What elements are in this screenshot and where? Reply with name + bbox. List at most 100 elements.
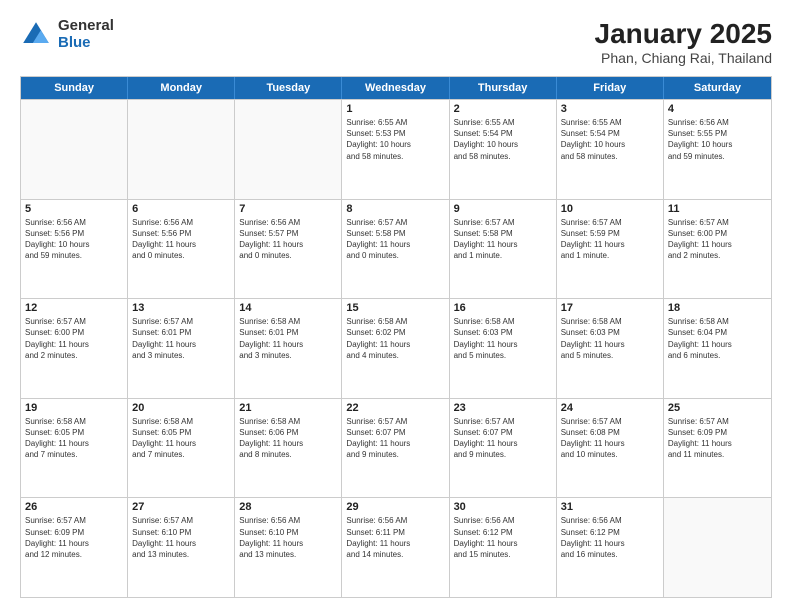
cell-info-line: Sunset: 6:01 PM — [239, 327, 337, 338]
cell-info-line: Sunset: 6:05 PM — [132, 427, 230, 438]
cell-info-line: and 0 minutes. — [239, 250, 337, 261]
cell-info-line: Sunset: 6:09 PM — [25, 527, 123, 538]
day-number: 25 — [668, 402, 767, 414]
cell-info-line: and 8 minutes. — [239, 449, 337, 460]
cell-info-line: Sunset: 6:06 PM — [239, 427, 337, 438]
cell-info-line: Daylight: 11 hours — [454, 438, 552, 449]
logo-text: General Blue — [58, 18, 114, 51]
cell-info-line: Sunrise: 6:56 AM — [239, 217, 337, 228]
cell-info-line: Sunset: 6:10 PM — [132, 527, 230, 538]
day-number: 18 — [668, 302, 767, 314]
calendar-cell-3-2: 21Sunrise: 6:58 AMSunset: 6:06 PMDayligh… — [235, 399, 342, 498]
day-number: 9 — [454, 203, 552, 215]
day-number: 26 — [25, 501, 123, 513]
logo: General Blue — [20, 18, 114, 51]
day-number: 12 — [25, 302, 123, 314]
cell-info-line: and 58 minutes. — [561, 151, 659, 162]
cell-info-line: Sunrise: 6:57 AM — [346, 416, 444, 427]
cell-info-line: Daylight: 11 hours — [668, 339, 767, 350]
day-number: 5 — [25, 203, 123, 215]
day-number: 6 — [132, 203, 230, 215]
cell-info-line: Sunset: 6:01 PM — [132, 327, 230, 338]
cell-info-line: Sunrise: 6:57 AM — [668, 416, 767, 427]
calendar-cell-1-2: 7Sunrise: 6:56 AMSunset: 5:57 PMDaylight… — [235, 200, 342, 299]
cell-info-line: Daylight: 11 hours — [25, 339, 123, 350]
calendar-cell-3-3: 22Sunrise: 6:57 AMSunset: 6:07 PMDayligh… — [342, 399, 449, 498]
cell-info-line: Sunrise: 6:56 AM — [239, 515, 337, 526]
cell-info-line: Daylight: 11 hours — [132, 538, 230, 549]
header: General Blue January 2025 Phan, Chiang R… — [20, 18, 772, 66]
page: General Blue January 2025 Phan, Chiang R… — [0, 0, 792, 612]
cell-info-line: and 59 minutes. — [25, 250, 123, 261]
cell-info-line: and 1 minute. — [454, 250, 552, 261]
cell-info-line: Sunrise: 6:58 AM — [561, 316, 659, 327]
cell-info-line: and 4 minutes. — [346, 350, 444, 361]
calendar-cell-3-0: 19Sunrise: 6:58 AMSunset: 6:05 PMDayligh… — [21, 399, 128, 498]
calendar-cell-2-3: 15Sunrise: 6:58 AMSunset: 6:02 PMDayligh… — [342, 299, 449, 398]
calendar-cell-0-2 — [235, 100, 342, 199]
cell-info-line: Sunset: 6:05 PM — [25, 427, 123, 438]
calendar-cell-2-5: 17Sunrise: 6:58 AMSunset: 6:03 PMDayligh… — [557, 299, 664, 398]
cell-info-line: and 10 minutes. — [561, 449, 659, 460]
cell-info-line: Daylight: 11 hours — [561, 239, 659, 250]
cell-info-line: Daylight: 11 hours — [561, 538, 659, 549]
cell-info-line: and 13 minutes. — [239, 549, 337, 560]
cell-info-line: Sunrise: 6:56 AM — [346, 515, 444, 526]
cell-info-line: and 15 minutes. — [454, 549, 552, 560]
calendar-cell-2-2: 14 Sunrise: 6:58 AMSunset: 6:01 PMDayligh… — [235, 299, 342, 398]
cell-info-line: Sunset: 5:58 PM — [346, 228, 444, 239]
day-number: 22 — [346, 402, 444, 414]
cell-info-line: Sunset: 6:04 PM — [668, 327, 767, 338]
cell-info-line: Sunset: 6:02 PM — [346, 327, 444, 338]
main-title: January 2025 — [595, 18, 772, 50]
cell-info-line: Daylight: 11 hours — [454, 339, 552, 350]
cell-info-line: Sunrise: 6:58 AM — [25, 416, 123, 427]
calendar-row-4: 26 Sunrise: 6:57 AM Sunset: 6:09 PM Dayligh… — [21, 497, 771, 597]
cell-info-line: and 9 minutes. — [454, 449, 552, 460]
cell-info-line: Sunset: 5:57 PM — [239, 228, 337, 239]
calendar-cell-0-5: 3Sunrise: 6:55 AMSunset: 5:54 PMDaylight… — [557, 100, 664, 199]
cell-info-line: Sunrise: 6:58 AM — [239, 316, 337, 327]
cell-info-line: Daylight: 11 hours — [239, 339, 337, 350]
cell-info-line: Sunrise: 6:58 AM — [132, 416, 230, 427]
cell-info-line: Daylight: 11 hours — [454, 239, 552, 250]
cell-info-line: Sunrise: 6:57 AM — [132, 515, 230, 526]
calendar-cell-3-1: 20Sunrise: 6:58 AMSunset: 6:05 PMDayligh… — [128, 399, 235, 498]
day-number: 11 — [668, 203, 767, 215]
cell-info-line: Sunrise: 6:58 AM — [454, 316, 552, 327]
cell-info-line: Sunset: 6:08 PM — [561, 427, 659, 438]
day-number: 29 — [346, 501, 444, 513]
cell-info-line: and 9 minutes. — [346, 449, 444, 460]
cell-info-line: Sunset: 5:56 PM — [25, 228, 123, 239]
calendar-cell-3-6: 25Sunrise: 6:57 AMSunset: 6:09 PMDayligh… — [664, 399, 771, 498]
day-number: 30 — [454, 501, 552, 513]
cell-info-line: Sunset: 6:00 PM — [25, 327, 123, 338]
cell-info-line: and 58 minutes. — [346, 151, 444, 162]
calendar-cell-1-4: 9Sunrise: 6:57 AMSunset: 5:58 PMDaylight… — [450, 200, 557, 299]
calendar-row-1: 5 Sunrise: 6:56 AM Sunset: 5:56 PM Daylight… — [21, 199, 771, 299]
logo-blue: Blue — [58, 35, 114, 52]
calendar-header: SundayMondayTuesdayWednesdayThursdayFrid… — [21, 77, 771, 99]
calendar-cell-0-1 — [128, 100, 235, 199]
calendar-cell-0-6: 4Sunrise: 6:56 AMSunset: 5:55 PMDaylight… — [664, 100, 771, 199]
day-number: 15 — [346, 302, 444, 314]
cell-info-line: and 1 minute. — [561, 250, 659, 261]
cell-info-line: and 16 minutes. — [561, 549, 659, 560]
cell-info-line: Sunrise: 6:57 AM — [454, 217, 552, 228]
day-number: 19 — [25, 402, 123, 414]
calendar-cell-3-5: 24Sunrise: 6:57 AMSunset: 6:08 PMDayligh… — [557, 399, 664, 498]
day-number: 14 — [239, 302, 337, 314]
cell-info-line: Sunset: 5:56 PM — [132, 228, 230, 239]
calendar-cell-4-6 — [664, 498, 771, 597]
cell-info-line: Sunrise: 6:57 AM — [561, 416, 659, 427]
header-day-monday: Monday — [128, 77, 235, 99]
cell-info-line: and 59 minutes. — [668, 151, 767, 162]
calendar-cell-1-3: 8Sunrise: 6:57 AMSunset: 5:58 PMDaylight… — [342, 200, 449, 299]
calendar-cell-4-0: 26Sunrise: 6:57 AMSunset: 6:09 PMDayligh… — [21, 498, 128, 597]
cell-info-line: Daylight: 11 hours — [668, 438, 767, 449]
cell-info-line: and 5 minutes. — [561, 350, 659, 361]
header-day-tuesday: Tuesday — [235, 77, 342, 99]
calendar-body: 1Sunrise: 6:55 AMSunset: 5:53 PMDaylight… — [21, 99, 771, 597]
sub-title: Phan, Chiang Rai, Thailand — [595, 50, 772, 66]
cell-info-line: Daylight: 11 hours — [561, 339, 659, 350]
